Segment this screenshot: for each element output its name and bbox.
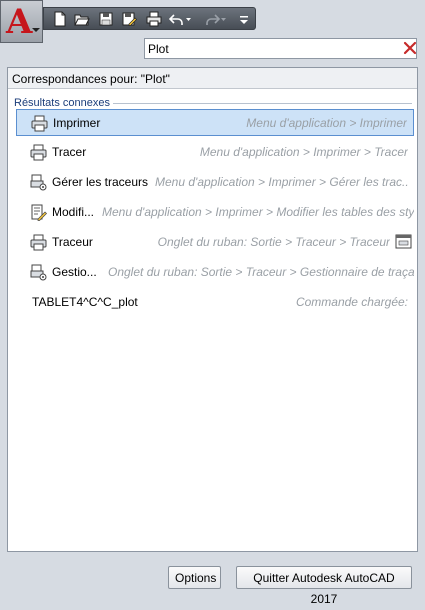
printer-icon	[30, 234, 47, 251]
related-results-label: Résultats connexes	[14, 97, 113, 109]
new-icon[interactable]	[52, 11, 68, 27]
application-menu-button[interactable]: A	[0, 0, 43, 43]
result-path: Menu d'application > Imprimer > Modifier…	[102, 205, 414, 219]
plotter-manager-icon	[30, 174, 47, 191]
result-item-tracer[interactable]: Tracer Menu d'application > Imprimer > T…	[16, 139, 414, 166]
result-path: Menu d'application > Imprimer	[246, 116, 407, 130]
quick-access-toolbar	[43, 7, 256, 30]
result-item-imprimer[interactable]: Imprimer Menu d'application > Imprimer	[16, 109, 414, 136]
search-input[interactable]	[148, 40, 388, 57]
results-header: Correspondances pour: "Plot"	[8, 68, 417, 89]
result-item-gerer-les-traceurs[interactable]: Gérer les traceurs Menu d'application > …	[16, 169, 414, 196]
customize-icon[interactable]	[238, 11, 254, 27]
result-path: Menu d'application > Imprimer > Tracer	[199, 145, 408, 159]
ribbon-panel-icon	[395, 234, 412, 249]
result-label: Traceur	[52, 235, 93, 249]
autocad-logo-icon: A	[6, 2, 33, 42]
save-as-icon[interactable]	[121, 11, 137, 27]
open-icon[interactable]	[74, 11, 90, 27]
undo-icon[interactable]	[169, 11, 191, 27]
result-label: Imprimer	[53, 116, 101, 130]
group-divider	[112, 103, 412, 104]
result-item-traceur[interactable]: Traceur Onglet du ruban: Sortie > Traceu…	[16, 229, 414, 256]
printer-icon	[30, 144, 47, 161]
printer-icon	[31, 115, 48, 132]
result-path: Onglet du ruban: Sortie > Traceur > Gest…	[108, 265, 414, 279]
result-label: Gestio...	[52, 265, 97, 279]
search-results-panel: Correspondances pour: "Plot" Résultats c…	[7, 67, 418, 552]
options-button[interactable]: Options	[168, 566, 221, 589]
clear-search-icon[interactable]	[403, 41, 417, 55]
result-item-modifier[interactable]: Modifi... Menu d'application > Imprimer …	[16, 199, 414, 226]
chevron-down-icon	[32, 28, 40, 32]
result-path: Commande chargée:	[295, 295, 408, 309]
result-label: Gérer les traceurs	[52, 175, 149, 189]
result-path: Onglet du ruban: Sortie > Traceur > Trac…	[157, 235, 390, 249]
result-item-gestionnaire[interactable]: Gestio... Onglet du ruban: Sortie > Trac…	[16, 259, 414, 286]
results-header-text: Correspondances pour: "Plot"	[12, 72, 170, 86]
result-label: Modifi...	[52, 205, 95, 219]
redo-icon[interactable]	[204, 11, 226, 27]
plot-icon[interactable]	[146, 11, 162, 27]
save-icon[interactable]	[98, 11, 114, 27]
result-item-command[interactable]: TABLET4^C^C_plot Commande chargée:	[16, 289, 414, 316]
plotter-manager-icon	[30, 264, 47, 281]
edit-plot-style-icon	[30, 204, 47, 221]
quit-autocad-button[interactable]: Quitter Autodesk AutoCAD 2017	[236, 566, 412, 606]
result-label: TABLET4^C^C_plot	[32, 295, 138, 309]
result-label: Tracer	[52, 145, 87, 159]
search-box	[144, 38, 417, 59]
result-path: Menu d'application > Imprimer > Gérer le…	[155, 175, 408, 189]
